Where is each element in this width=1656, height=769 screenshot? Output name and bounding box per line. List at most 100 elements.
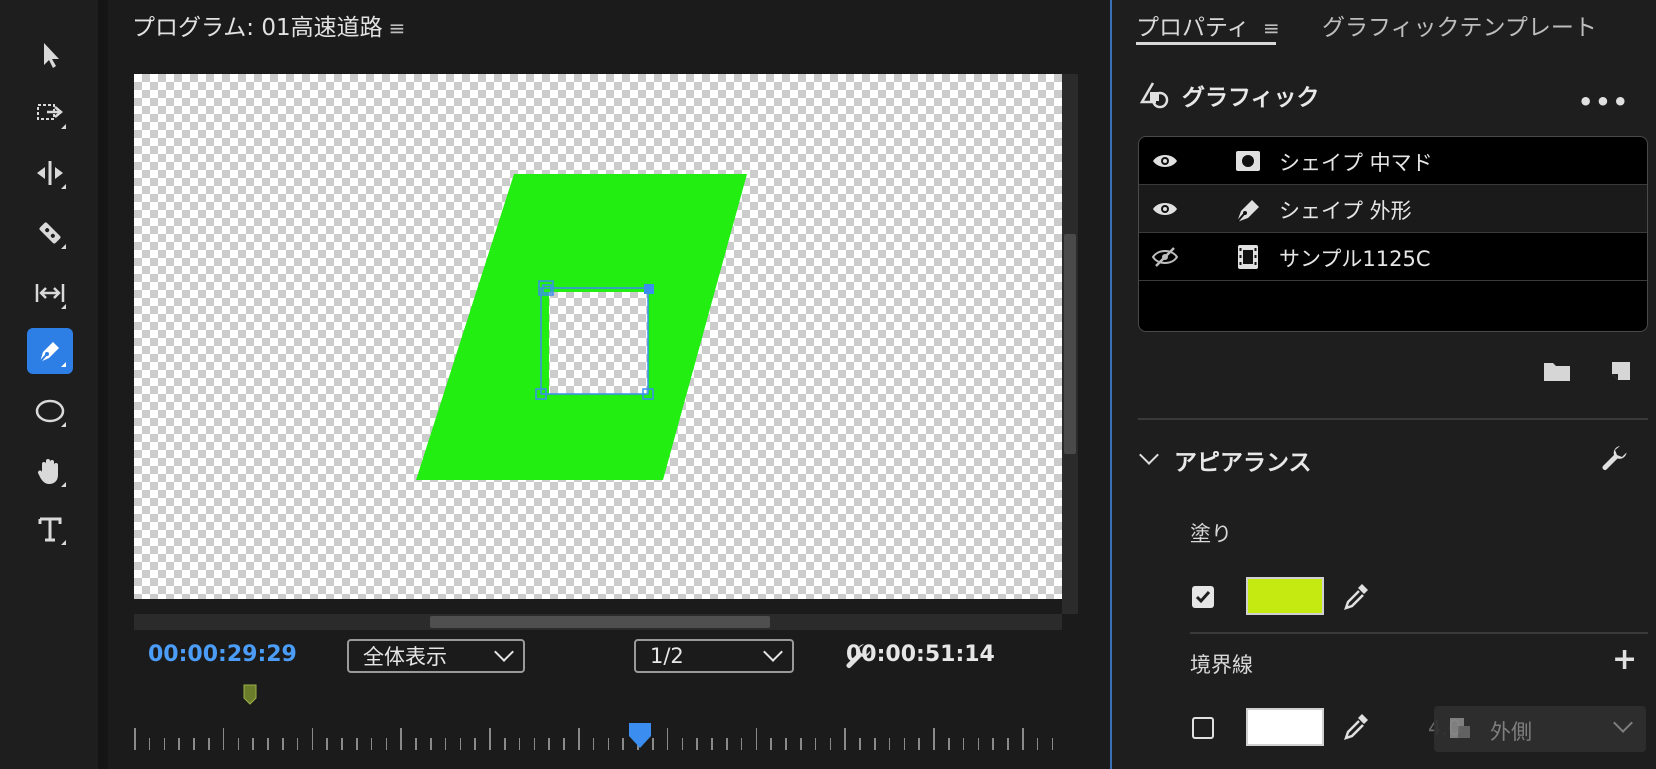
tab-graphic-templates[interactable]: グラフィックテンプレート [1322, 8, 1597, 42]
vertical-scrollbar[interactable] [1062, 74, 1078, 614]
ripple-edit-tool[interactable] [27, 150, 73, 196]
ruler-tick [726, 738, 728, 750]
green-parallelogram-shape[interactable] [416, 174, 747, 480]
ruler-tick [430, 738, 432, 750]
new-group-folder-icon[interactable] [1542, 358, 1572, 384]
layer-list: シェイプ 中マド シェイプ 外形 サンプル1125C [1138, 136, 1648, 332]
ruler-tick [208, 738, 210, 750]
time-ruler[interactable] [134, 690, 1070, 750]
layer-name: シェイプ 中マド [1279, 151, 1433, 175]
eyedropper-icon[interactable] [1340, 710, 1372, 742]
ruler-tick [948, 738, 950, 750]
ruler-tick [296, 738, 299, 750]
stroke-position-value: 外側 [1490, 720, 1532, 744]
chevron-down-icon [1613, 713, 1633, 733]
ruler-tick [592, 738, 595, 750]
collapse-chevron-icon[interactable] [1139, 445, 1159, 465]
appearance-section-title[interactable]: アピアランス [1174, 443, 1312, 477]
ruler-tick [829, 738, 832, 750]
tab-properties-label: プロパティ [1136, 15, 1250, 41]
tab-properties[interactable]: プロパティ ≡ [1136, 8, 1280, 42]
active-tab-indicator [1136, 42, 1276, 45]
layer-name: サンプル1125C [1279, 247, 1431, 271]
ruler-tick [888, 738, 891, 750]
ruler-tick [148, 738, 151, 750]
ruler-tick [652, 738, 654, 750]
hand-tool[interactable] [27, 448, 73, 494]
panel-menu-icon[interactable]: ≡ [1263, 16, 1280, 40]
visibility-hidden-icon[interactable] [1151, 243, 1179, 271]
in-point-marker[interactable] [243, 684, 257, 706]
type-tool[interactable] [27, 506, 73, 552]
eyedropper-icon[interactable] [1340, 580, 1372, 612]
ellipse-tool[interactable] [27, 388, 73, 434]
video-canvas[interactable] [134, 74, 1070, 599]
ruler-tick [918, 738, 920, 750]
new-layer-icon[interactable] [1608, 358, 1634, 384]
ruler-tick [814, 738, 817, 750]
ruler-tick [563, 738, 565, 750]
track-select-tool[interactable] [27, 90, 73, 136]
fill-label: 塗り [1190, 522, 1232, 546]
ruler-tick [222, 728, 225, 750]
layer-row[interactable]: サンプル1125C [1139, 233, 1647, 281]
ruler-tick [163, 738, 166, 750]
stroke-label: 境界線 [1190, 653, 1253, 677]
film-icon [1238, 245, 1258, 269]
playback-resolution-dropdown[interactable]: 1/2 [634, 639, 794, 673]
playhead-timecode[interactable]: 00:00:29:29 [148, 642, 297, 667]
ruler-tick [444, 738, 447, 750]
graphic-title: グラフィック [1182, 85, 1320, 111]
razor-tool[interactable] [27, 210, 73, 256]
layer-row[interactable]: シェイプ 中マド [1139, 137, 1647, 185]
ruler-tick [607, 738, 610, 750]
graphic-icon [1139, 82, 1169, 109]
slip-tool[interactable] [27, 270, 73, 316]
ruler-tick [311, 728, 314, 750]
ruler-tick [282, 738, 284, 750]
layer-row-selected[interactable]: シェイプ 外形 [1139, 185, 1647, 233]
ruler-tick [415, 738, 417, 750]
appearance-wrench-icon[interactable] [1598, 442, 1630, 474]
pen-tool[interactable] [27, 328, 73, 374]
ruler-tick [178, 738, 180, 750]
tools-panel [0, 0, 98, 769]
ruler-tick [341, 738, 343, 750]
vertical-scrollbar-thumb[interactable] [1064, 234, 1076, 454]
ruler-tick [400, 728, 402, 750]
stroke-position-dropdown[interactable]: 外側 [1434, 706, 1646, 752]
selection-tool[interactable] [27, 32, 73, 78]
ruler-tick [326, 738, 328, 750]
ruler-tick [755, 728, 758, 750]
horizontal-scrollbar-thumb[interactable] [430, 616, 770, 628]
horizontal-scrollbar[interactable] [134, 614, 1062, 630]
graphic-header: グラフィック [1138, 78, 1320, 112]
ruler-tick [193, 738, 195, 750]
panel-menu-icon[interactable]: ≡ [389, 16, 406, 40]
more-options-icon[interactable]: ••• [1578, 88, 1630, 116]
zoom-level-dropdown[interactable]: 全体表示 [347, 639, 525, 673]
anchor-handle-selected[interactable] [644, 284, 654, 294]
ruler-tick [903, 738, 906, 750]
arrow-icon [44, 43, 59, 68]
ruler-tick [489, 728, 491, 750]
ruler-tick [459, 738, 462, 750]
ruler-tick [962, 738, 965, 750]
add-stroke-button[interactable]: + [1612, 642, 1637, 677]
fill-color-swatch[interactable] [1246, 577, 1324, 615]
fill-checkbox[interactable] [1192, 586, 1214, 608]
pen-icon [1236, 200, 1259, 223]
ruler-tick [800, 738, 802, 750]
playhead-marker[interactable] [628, 722, 652, 750]
ruler-tick [785, 738, 787, 750]
ruler-tick [267, 738, 269, 750]
visibility-eye-icon[interactable] [1151, 195, 1179, 223]
ruler-tick [992, 738, 994, 750]
monitor-title-text: プログラム: 01高速道路 [132, 15, 383, 41]
duration-timecode: 00:00:51:14 [846, 642, 995, 667]
stroke-checkbox[interactable] [1192, 717, 1214, 739]
ruler-tick [370, 738, 373, 750]
visibility-eye-icon[interactable] [1151, 147, 1179, 175]
ruler-tick [933, 728, 935, 750]
stroke-color-swatch[interactable] [1246, 708, 1324, 746]
